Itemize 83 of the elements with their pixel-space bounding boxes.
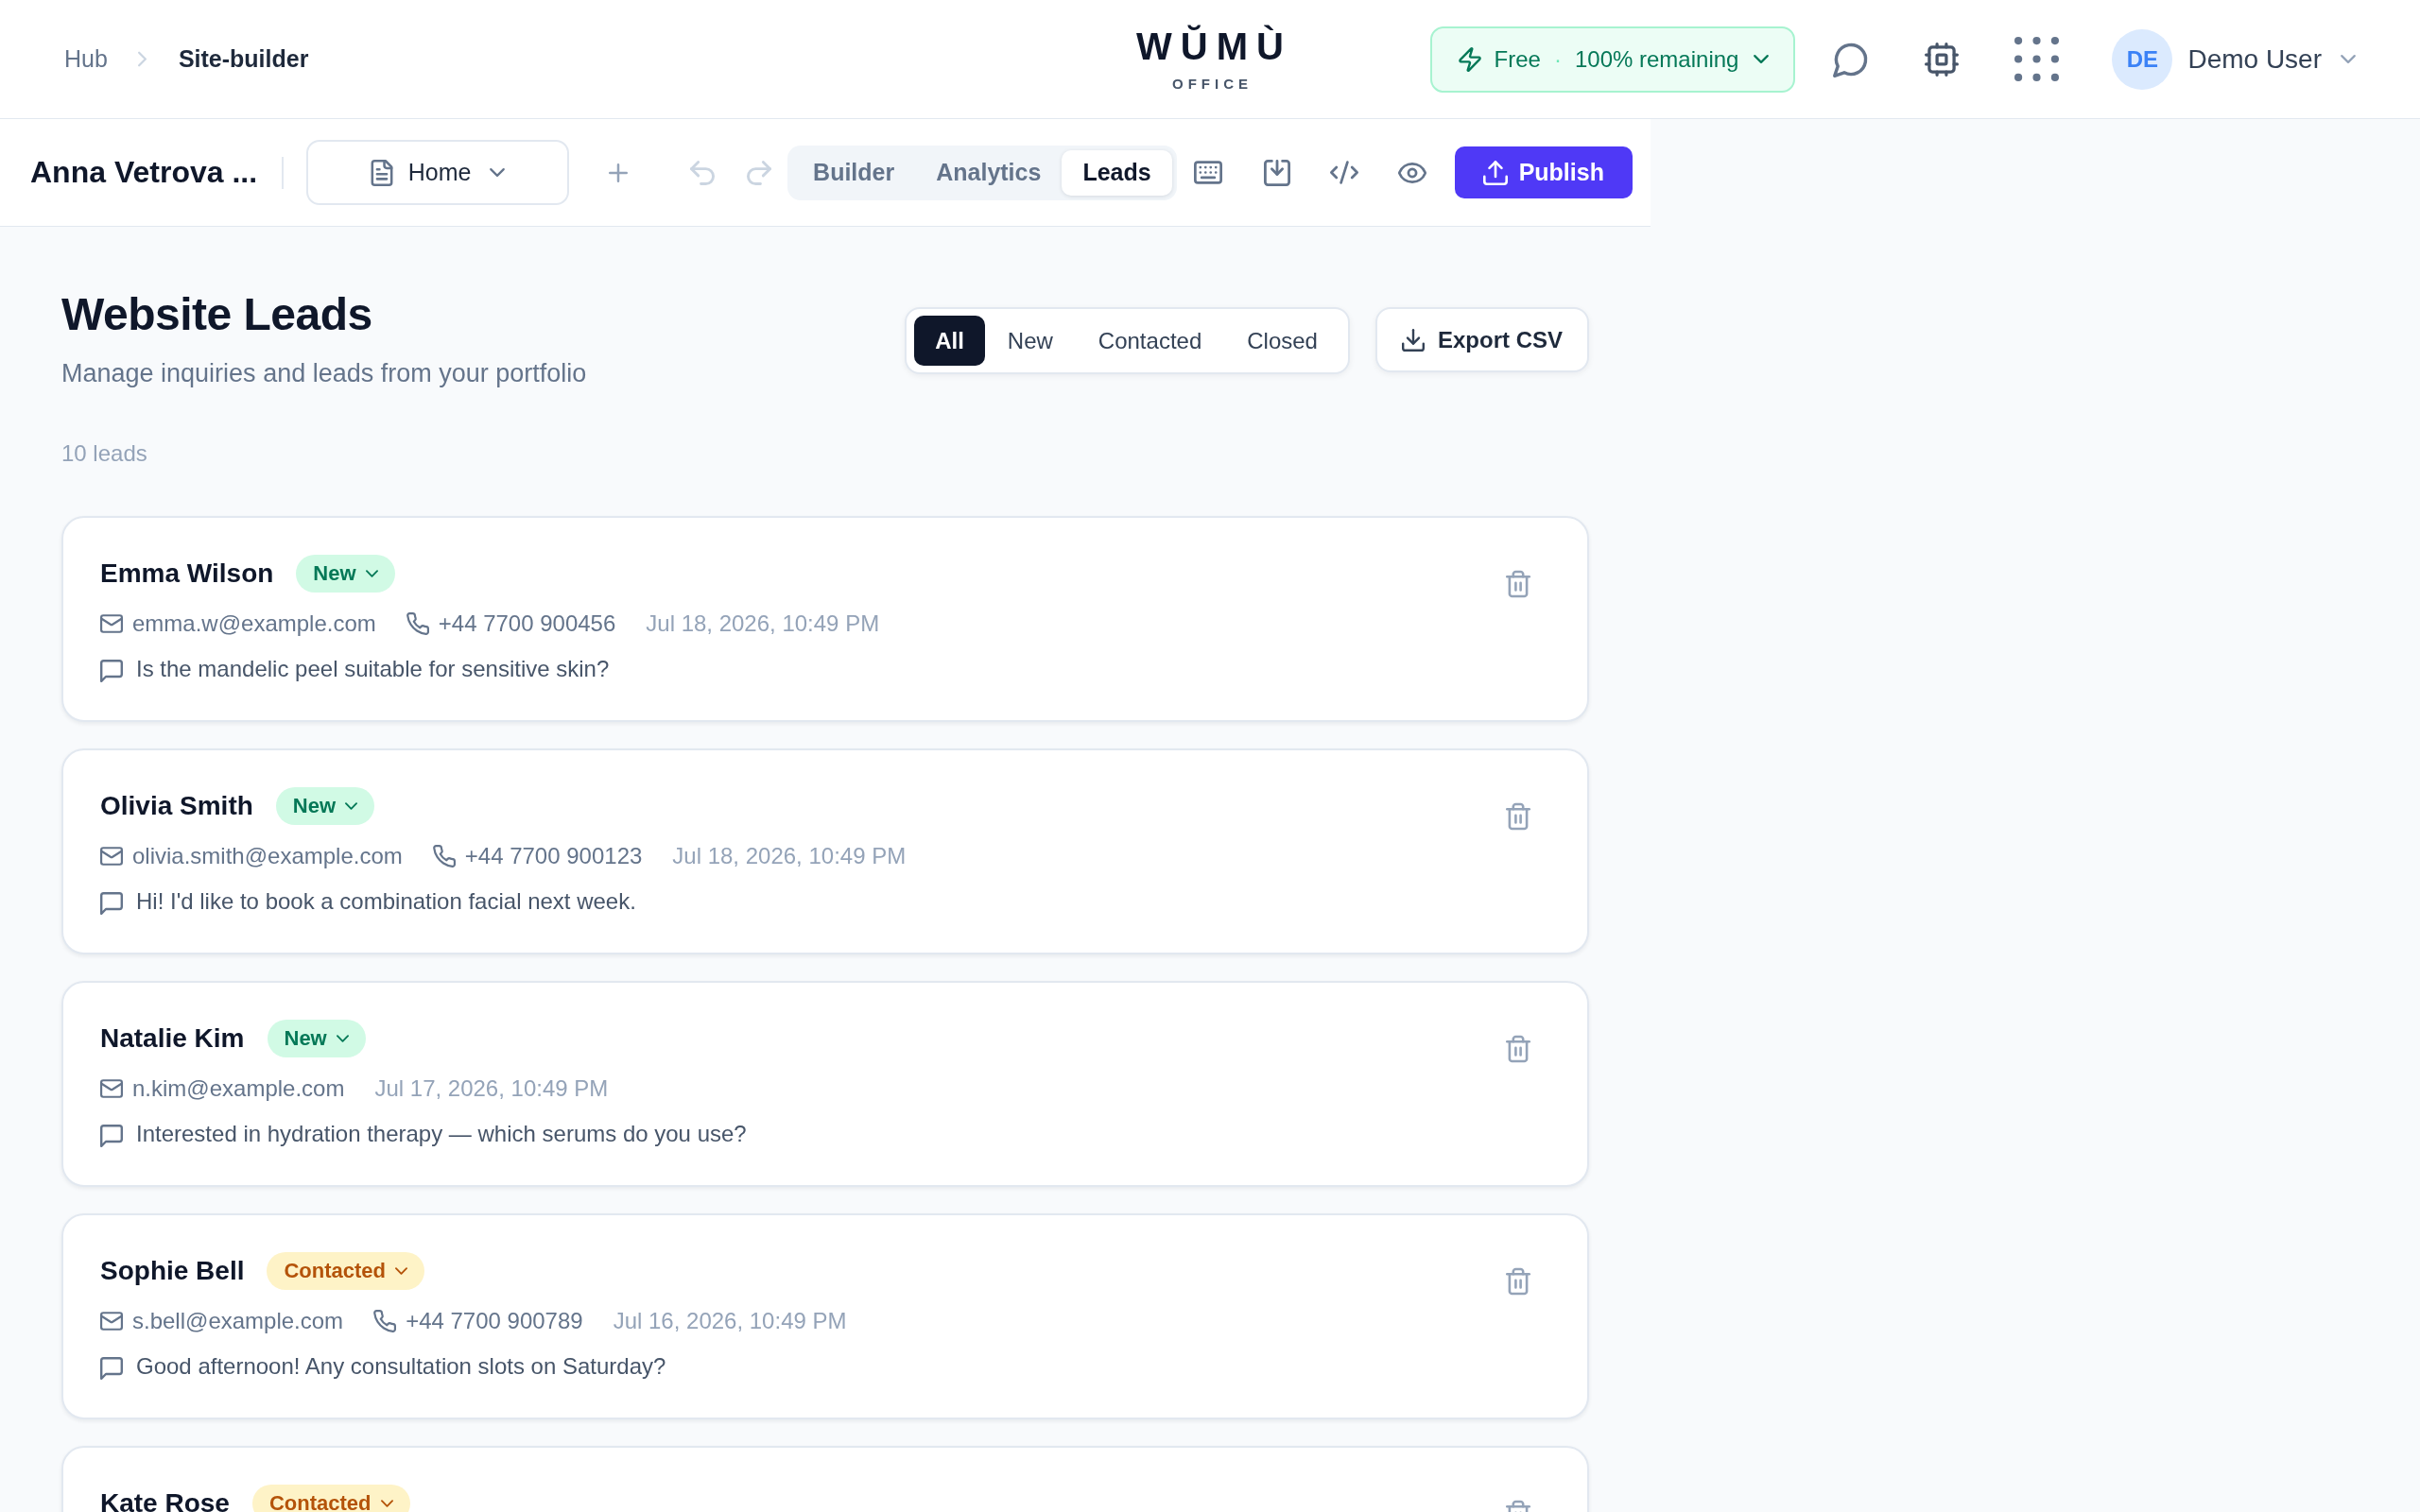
trash-icon[interactable] xyxy=(1506,802,1530,831)
site-name: Anna Vetrova ... xyxy=(30,155,258,190)
mode-tab[interactable]: Builder xyxy=(792,149,916,196)
lead-date: Jul 16, 2026, 10:49 PM xyxy=(613,1308,847,1334)
lead-message: Hi! I'd like to book a combination facial next week. xyxy=(136,888,636,915)
mode-tab[interactable]: Leads xyxy=(1062,149,1172,196)
mail-icon xyxy=(100,1312,123,1331)
chip-icon[interactable] xyxy=(1925,42,1960,77)
caret-icon xyxy=(345,802,358,810)
download-icon[interactable] xyxy=(1263,159,1290,186)
lead-date: Jul 18, 2026, 10:49 PM xyxy=(646,610,880,637)
page-title: Website Leads xyxy=(61,288,373,341)
chevron-down-icon xyxy=(490,168,506,177)
status-dropdown[interactable]: Contacted xyxy=(267,1252,425,1290)
chat-bubble-icon[interactable] xyxy=(1833,41,1870,77)
lead-phone: +44 7700 900456 xyxy=(438,610,616,637)
comment-icon xyxy=(100,892,123,915)
phone-icon xyxy=(432,845,456,868)
filter-tab[interactable]: New xyxy=(984,316,1076,366)
redo-icon[interactable] xyxy=(747,160,772,185)
user-avatar[interactable]: DE xyxy=(2112,28,2173,90)
lead-message: Is the mandelic peel suitable for sensitive skin? xyxy=(136,656,610,682)
trash-icon[interactable] xyxy=(1506,1035,1530,1063)
lead-email: emma.w@example.com xyxy=(132,610,376,637)
trash-icon[interactable] xyxy=(1506,1267,1530,1296)
status-dropdown[interactable]: New xyxy=(267,1020,366,1057)
upload-icon xyxy=(1482,160,1508,185)
apps-grid-icon[interactable] xyxy=(2014,37,2060,81)
lead-email: s.bell@example.com xyxy=(132,1308,344,1334)
lead-email: n.kim@example.com xyxy=(132,1075,345,1102)
page-subtitle: Manage inquiries and leads from your portfolio xyxy=(61,358,588,389)
mail-icon xyxy=(100,614,123,633)
document-icon xyxy=(370,159,393,186)
mail-icon xyxy=(100,1079,123,1098)
lead-email: olivia.smith@example.com xyxy=(132,843,403,869)
lead-date: Jul 18, 2026, 10:49 PM xyxy=(672,843,907,869)
lead-count: 10 leads xyxy=(61,439,148,467)
filter-tab[interactable]: All xyxy=(914,316,985,366)
chevron-down-icon[interactable] xyxy=(2341,55,2356,63)
phone-icon xyxy=(373,1310,397,1332)
status-dropdown[interactable]: Contacted xyxy=(251,1485,410,1512)
caret-icon xyxy=(336,1035,349,1042)
code-icon[interactable] xyxy=(1329,161,1358,184)
comment-icon xyxy=(100,1357,123,1380)
lead-date: Jul 17, 2026, 10:49 PM xyxy=(374,1075,609,1102)
mail-icon xyxy=(100,847,123,866)
keyboard-icon[interactable] xyxy=(1193,161,1222,184)
chevron-right-icon xyxy=(137,51,147,67)
undo-icon[interactable] xyxy=(690,160,716,185)
download-icon xyxy=(1401,328,1425,352)
breadcrumb-item: Site-builder xyxy=(178,45,309,73)
status-dropdown[interactable]: New xyxy=(296,555,395,593)
lead-name: Natalie Kim xyxy=(100,1023,245,1054)
logo-tagline: OFFICE xyxy=(1171,77,1253,91)
lightning-icon xyxy=(1458,46,1481,72)
lead-name: Kate Rose xyxy=(100,1488,230,1512)
mode-tab[interactable]: Analytics xyxy=(915,149,1063,196)
caret-icon xyxy=(365,570,378,577)
lead-name: Olivia Smith xyxy=(100,791,253,821)
lead-name: Emma Wilson xyxy=(100,558,274,589)
filter-tab[interactable]: Contacted xyxy=(1075,316,1225,366)
phone-icon xyxy=(406,612,429,635)
comment-icon xyxy=(100,660,123,682)
caret-icon xyxy=(395,1267,408,1275)
page-select[interactable]: Home xyxy=(306,140,570,205)
lead-message: Interested in hydration therapy — which serums do you use? xyxy=(136,1121,747,1147)
caret-icon xyxy=(380,1500,393,1507)
lead-name: Sophie Bell xyxy=(100,1256,245,1286)
lead-phone: +44 7700 900789 xyxy=(406,1308,583,1334)
breadcrumb-item[interactable]: Hub xyxy=(64,45,108,73)
publish-button[interactable]: Publish xyxy=(1454,146,1633,198)
lead-message: Good afternoon! Any consultation slots on Saturday? xyxy=(136,1353,666,1380)
lead-phone: +44 7700 900123 xyxy=(464,843,643,869)
plan-button[interactable]: Free · 100% remaining xyxy=(1429,26,1796,93)
trash-icon[interactable] xyxy=(1506,570,1530,598)
plus-icon[interactable] xyxy=(609,163,629,182)
chevron-down-icon xyxy=(1754,55,1770,63)
comment-icon xyxy=(100,1125,123,1147)
status-dropdown[interactable]: New xyxy=(275,787,375,825)
eye-icon[interactable] xyxy=(1397,162,1426,183)
user-name[interactable]: Demo User xyxy=(2187,43,2322,75)
filter-tab[interactable]: Closed xyxy=(1224,316,1340,366)
export-button[interactable]: Export CSV xyxy=(1374,307,1589,372)
